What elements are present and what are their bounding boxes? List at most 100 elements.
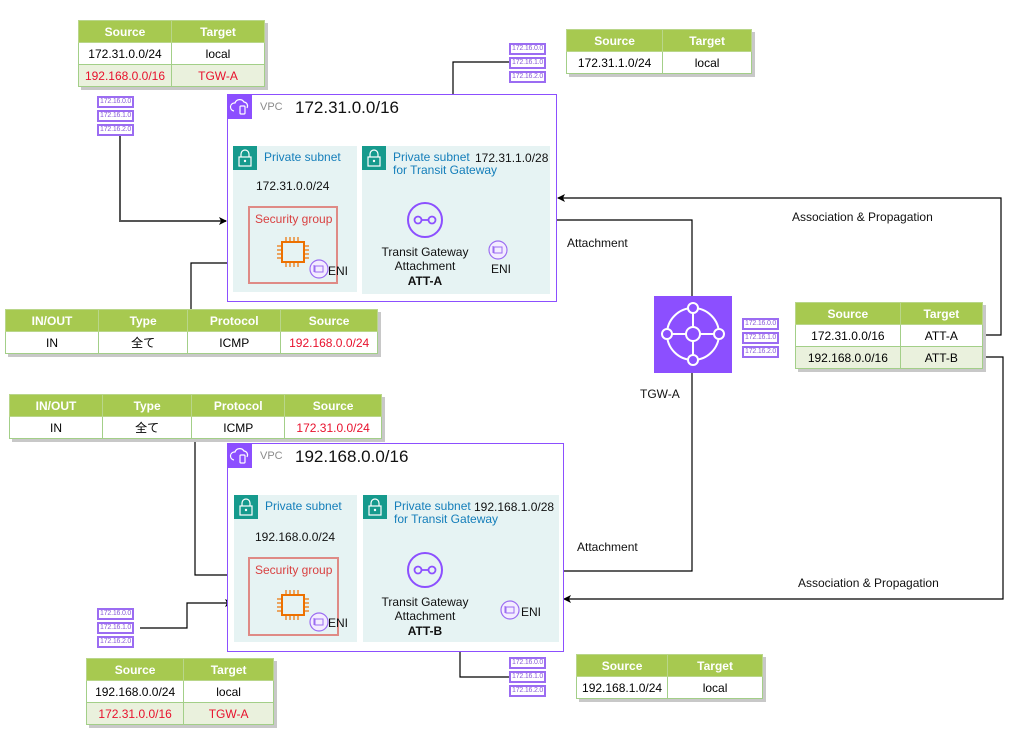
table-row: 172.31.1.0/24 local bbox=[565, 51, 752, 74]
edge-label-assoc-a: Association & Propagation bbox=[792, 210, 933, 224]
subnet-cidr: 172.31.0.0/24 bbox=[256, 179, 330, 193]
attachment-label: Attachment bbox=[394, 259, 456, 273]
cell-target: local bbox=[662, 51, 752, 74]
cell-source: 192.168.0.0/24 bbox=[280, 331, 378, 354]
table-row: 172.31.0.0/16 TGW-A bbox=[85, 702, 274, 725]
subnet-title: Private subnet bbox=[264, 150, 341, 164]
private-subnet-b: Private subnet 192.168.0.0/24 Security g… bbox=[234, 495, 357, 642]
route-entry: 172.16.2.0 bbox=[97, 124, 135, 136]
col-header: Source bbox=[78, 20, 172, 43]
col-header: Source bbox=[575, 654, 669, 677]
tgw-attachment-icon bbox=[407, 552, 443, 588]
route-entry: 172.16.0.0 bbox=[509, 657, 547, 669]
route-entry: 172.16.1.0 bbox=[97, 110, 135, 122]
cell-source: 172.31.0.0/24 bbox=[78, 42, 172, 65]
vpc-label: VPC bbox=[260, 450, 283, 462]
col-header: Source bbox=[795, 302, 901, 325]
subnet-subtitle: for Transit Gateway bbox=[393, 163, 498, 177]
cell-source: 172.31.0.0/24 bbox=[284, 416, 382, 439]
cell-type: 全て bbox=[97, 331, 189, 354]
attachment-name: ATT-A bbox=[407, 274, 443, 288]
sg-rules-vpc-a: IN/OUT Type Protocol Source IN 全て ICMP 1… bbox=[5, 309, 378, 354]
col-header: Target bbox=[899, 302, 984, 325]
tgw-attachment-icon bbox=[407, 202, 443, 238]
eni-icon bbox=[309, 612, 329, 632]
security-group-label: Security group bbox=[255, 212, 333, 226]
table-row: 172.31.0.0/16 ATT-A bbox=[795, 324, 984, 347]
route-entry: 172.16.0.0 bbox=[509, 43, 547, 55]
cell-source: 192.168.1.0/24 bbox=[575, 676, 669, 699]
vpc-a: VPC 172.31.0.0/16 Private subnet 172.31.… bbox=[227, 94, 557, 302]
eni-icon bbox=[488, 240, 508, 260]
route-table-icon: 172.16.0.0 172.16.1.0 172.16.2.0 bbox=[509, 657, 547, 697]
vpc-cloud-icon bbox=[228, 95, 252, 119]
vpc-cidr: 192.168.0.0/16 bbox=[295, 447, 409, 466]
route-entry: 172.16.1.0 bbox=[509, 671, 547, 683]
cell-type: 全て bbox=[101, 416, 193, 439]
transit-gateway bbox=[654, 296, 732, 373]
route-entry: 172.16.2.0 bbox=[742, 346, 780, 358]
table-row: IN 全て ICMP 172.31.0.0/24 bbox=[9, 416, 382, 439]
tgw-name: TGW-A bbox=[640, 387, 680, 401]
eni-icon bbox=[500, 600, 520, 620]
route-entry: 172.16.0.0 bbox=[742, 318, 780, 330]
route-table-icon: 172.16.0.0 172.16.1.0 172.16.2.0 bbox=[97, 608, 135, 648]
security-group-b: Security group ENI bbox=[248, 557, 348, 636]
table-row: 172.31.0.0/24 local bbox=[78, 42, 265, 65]
table-row: 192.168.0.0/24 local bbox=[85, 680, 274, 703]
edge-rt-b-private bbox=[140, 599, 233, 629]
security-group-label: Security group bbox=[255, 563, 333, 577]
col-header: Source bbox=[85, 658, 185, 681]
route-table-tgw: Source Target 172.31.0.0/16 ATT-A 192.16… bbox=[795, 302, 984, 369]
ec2-instance-icon bbox=[277, 590, 309, 620]
private-subnet-a: Private subnet 172.31.0.0/24 Security gr… bbox=[233, 146, 357, 292]
col-header: Source bbox=[280, 309, 378, 332]
cell-source: 192.168.0.0/16 bbox=[795, 346, 901, 369]
cell-target: local bbox=[171, 42, 265, 65]
route-entry: 172.16.1.0 bbox=[509, 57, 547, 69]
cell-target: TGW-A bbox=[183, 702, 274, 725]
tgw-subnet-a: Private subnet for Transit Gateway 172.3… bbox=[362, 146, 550, 294]
route-entry: 172.16.2.0 bbox=[97, 636, 135, 648]
route-entry: 172.16.0.0 bbox=[97, 608, 135, 620]
attachment-label: Transit Gateway bbox=[381, 595, 469, 609]
cell-source: 172.31.0.0/16 bbox=[795, 324, 901, 347]
eni-label: ENI bbox=[491, 262, 512, 276]
attachment-label: Attachment bbox=[394, 609, 456, 623]
ec2-instance-icon bbox=[277, 237, 309, 267]
table-row: 192.168.1.0/24 local bbox=[575, 676, 763, 699]
lock-icon bbox=[363, 495, 387, 519]
subnet-subtitle: for Transit Gateway bbox=[394, 512, 499, 526]
cell-source: 192.168.0.0/24 bbox=[85, 680, 185, 703]
edge-rt-a-private bbox=[119, 135, 227, 225]
edge-label-assoc-b: Association & Propagation bbox=[798, 576, 939, 590]
subnet-title: Private subnet bbox=[265, 499, 342, 513]
eni-label: ENI bbox=[521, 605, 542, 619]
cell-protocol: ICMP bbox=[187, 331, 282, 354]
route-table-icon: 172.16.0.0 172.16.1.0 172.16.2.0 bbox=[97, 96, 135, 136]
vpc-label: VPC bbox=[260, 101, 283, 113]
route-entry: 172.16.2.0 bbox=[509, 71, 547, 83]
eni-label: ENI bbox=[328, 616, 349, 630]
lock-icon bbox=[362, 146, 386, 170]
sg-rules-vpc-b: IN/OUT Type Protocol Source IN 全て ICMP 1… bbox=[9, 394, 382, 439]
col-header: Target bbox=[183, 658, 274, 681]
cell-source: 192.168.0.0/16 bbox=[78, 64, 172, 87]
transit-gateway-icon bbox=[661, 302, 725, 366]
route-entry: 172.16.1.0 bbox=[742, 332, 780, 344]
col-header: Source bbox=[565, 29, 664, 52]
col-header: Protocol bbox=[187, 309, 282, 332]
security-group-a: Security group ENI bbox=[248, 206, 348, 284]
table-row: 192.168.0.0/16 TGW-A bbox=[78, 64, 265, 87]
route-entry: 172.16.0.0 bbox=[97, 96, 135, 108]
edge-label-attachment-b: Attachment bbox=[577, 540, 638, 554]
route-table-vpc-a-tgw: Source Target 172.31.1.0/24 local bbox=[565, 29, 752, 74]
route-table-vpc-b-tgw: Source Target 192.168.1.0/24 local bbox=[575, 654, 763, 699]
attachment-name: ATT-B bbox=[407, 624, 443, 638]
route-table-vpc-b-private: Source Target 192.168.0.0/24 local 172.3… bbox=[85, 658, 274, 725]
col-header: Target bbox=[667, 654, 763, 677]
table-row: 192.168.0.0/16 ATT-B bbox=[795, 346, 984, 369]
col-header: Source bbox=[284, 394, 382, 417]
route-entry: 172.16.2.0 bbox=[509, 685, 547, 697]
cell-target: local bbox=[667, 676, 763, 699]
